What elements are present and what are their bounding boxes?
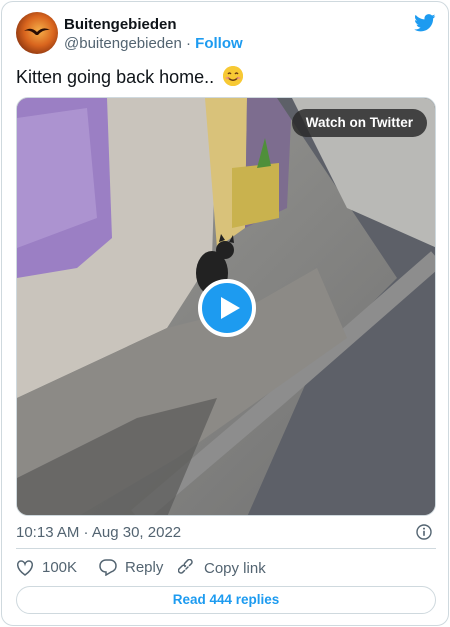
tweet-card: Buitengebieden @buitengebieden · Follow …	[1, 1, 449, 626]
author-handle[interactable]: @buitengebieden	[64, 35, 182, 52]
reply-label: Reply	[125, 559, 164, 576]
avatar[interactable]	[16, 12, 58, 54]
play-button[interactable]	[198, 279, 256, 337]
like-button[interactable]: 100K	[16, 559, 77, 576]
author-handle-row: @buitengebieden · Follow	[64, 35, 243, 52]
copy-link-button[interactable]: Copy link	[178, 559, 266, 577]
link-icon	[178, 559, 193, 574]
twitter-bird-icon[interactable]	[414, 14, 436, 32]
tweet-text: Kitten going back home..	[16, 67, 215, 87]
video-thumbnail[interactable]: Watch on Twitter	[16, 97, 436, 516]
reply-button[interactable]: Reply	[99, 559, 163, 576]
heart-icon	[17, 559, 33, 576]
watch-on-twitter-button[interactable]: Watch on Twitter	[291, 109, 427, 137]
read-replies-button[interactable]: Read 444 replies	[16, 586, 436, 614]
bird-silhouette-icon	[24, 28, 50, 35]
tweet-text-row: Kitten going back home..	[16, 66, 244, 88]
separator: ·	[186, 35, 191, 52]
smiling-face-emoji-icon	[223, 66, 244, 86]
info-icon[interactable]	[416, 524, 432, 540]
like-count: 100K	[42, 559, 78, 576]
tweet-timestamp[interactable]: 10:13 AM · Aug 30, 2022	[16, 524, 181, 541]
follow-button[interactable]: Follow	[195, 35, 243, 52]
author-name[interactable]: Buitengebieden	[64, 16, 177, 33]
copy-link-label: Copy link	[204, 559, 266, 577]
tweet-header: Buitengebieden @buitengebieden · Follow	[16, 12, 436, 56]
play-icon	[221, 297, 240, 319]
reply-icon	[99, 559, 117, 576]
divider	[16, 548, 436, 549]
